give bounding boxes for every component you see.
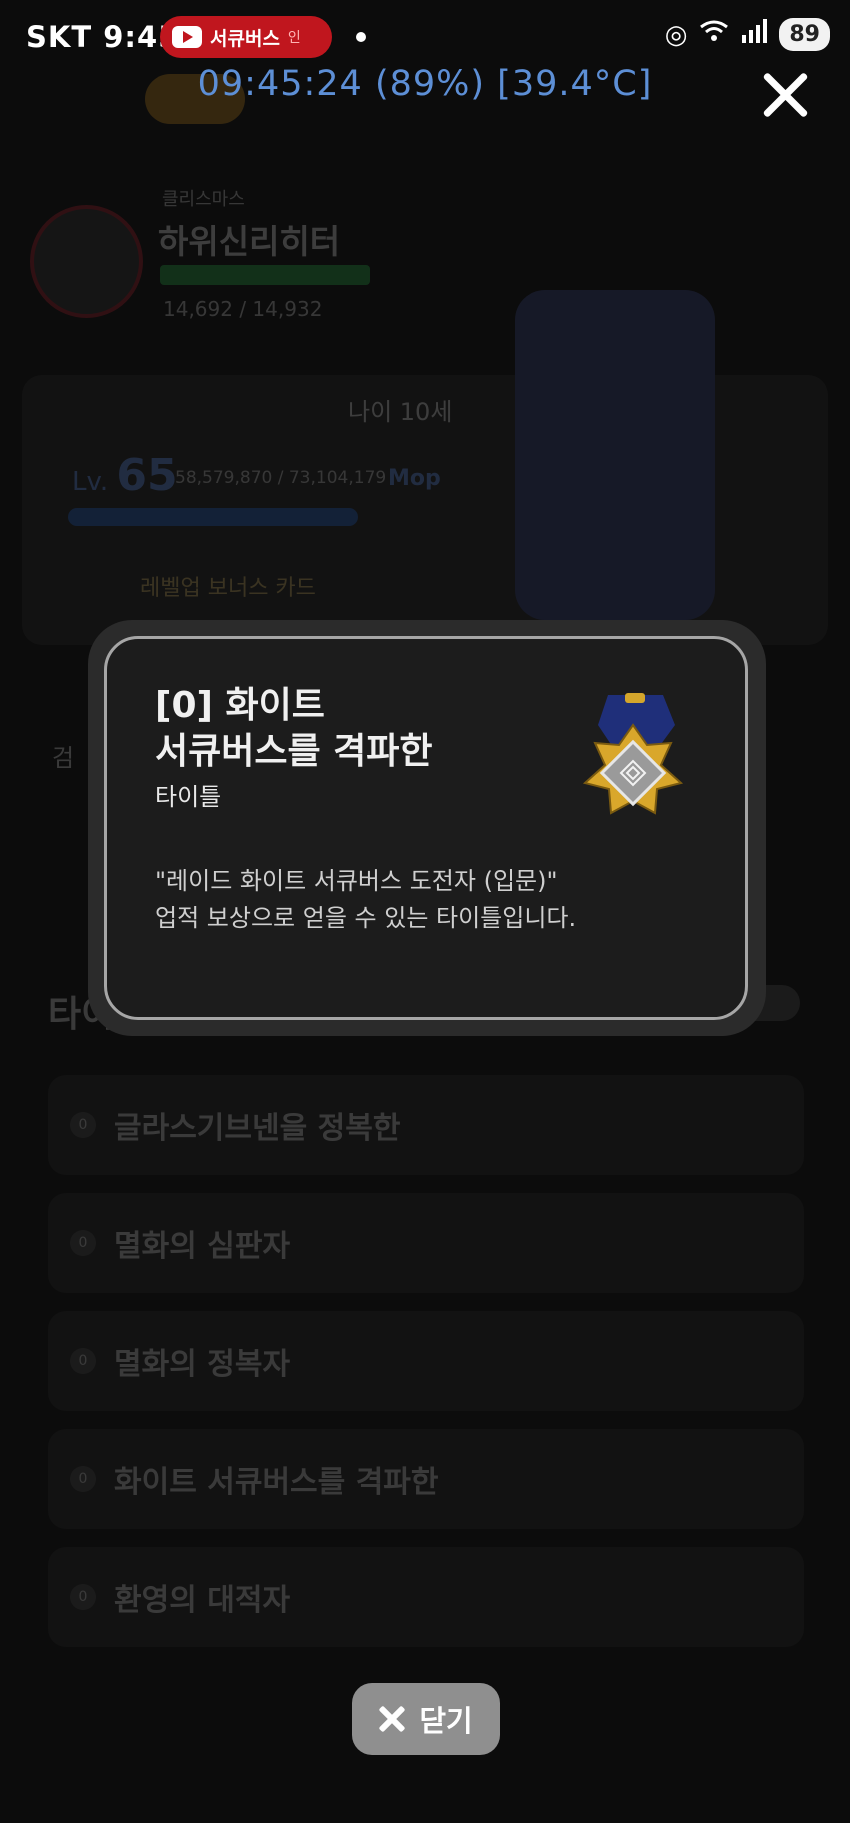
list-item-label: 글라스기브넨을 정복한 — [114, 1111, 401, 1146]
level-prefix: Lv. — [72, 467, 109, 497]
battery-indicator: 89 — [779, 18, 830, 51]
carrier-time: SKT 9:45 — [26, 20, 180, 54]
modal-title-line2: 서큐버스를 격파한 — [155, 731, 433, 772]
list-item-label: 환영의 대적자 — [114, 1583, 291, 1618]
count-badge: 0 — [70, 1230, 96, 1256]
modal-description: "레이드 화이트 서큐버스 도전자 (입문)" 업적 보상으로 얻을 수 있는 … — [155, 863, 675, 937]
count-badge: 0 — [70, 1584, 96, 1610]
profile-exp: 14,692 / 14,932 — [163, 297, 323, 321]
avatar — [30, 205, 143, 318]
youtube-label: 서큐버스 — [210, 27, 280, 50]
list-item: 0 환영의 대적자 — [48, 1547, 804, 1647]
modal-description-line2: 업적 보상으로 얻을 수 있는 타이틀입니다. — [155, 904, 577, 932]
youtube-icon — [172, 26, 202, 48]
modal-title-line1: [0] 화이트 — [155, 685, 325, 726]
title-list: 0 글라스기브넨을 정복한 0 멸화의 심판자 0 멸화의 정복자 0 화이트 … — [48, 1075, 804, 1665]
youtube-live: 인 — [287, 30, 301, 46]
count-badge: 0 — [70, 1466, 96, 1492]
profile-name: 하위신리히터 — [158, 222, 341, 261]
level-exp: 58,579,870 / 73,104,179 — [175, 468, 387, 488]
list-item: 0 멸화의 정복자 — [48, 1311, 804, 1411]
level-unit: Mop — [388, 466, 441, 491]
close-button-label: 닫기 — [419, 1704, 473, 1738]
level-progress-bar — [68, 508, 358, 526]
hotspot-icon: ◎ — [664, 19, 688, 50]
close-button[interactable]: 닫기 — [352, 1683, 500, 1755]
bonus-card-label: 레벨업 보너스 카드 — [140, 576, 316, 601]
modal-title: [0] 화이트 서큐버스를 격파한 — [155, 683, 433, 775]
youtube-notification-pill[interactable]: 서큐버스 인 — [160, 16, 332, 58]
level-value: 65 — [116, 450, 178, 501]
list-item-label: 멸화의 정복자 — [114, 1347, 291, 1382]
modal-type-label: 타이틀 — [155, 783, 222, 811]
title-detail-modal: [0] 화이트 서큐버스를 격파한 타이틀 "레이드 화이트 서큐버스 도전자 … — [104, 636, 748, 1020]
medal-icon — [563, 685, 703, 835]
list-item: 0 글라스기브넨을 정복한 — [48, 1075, 804, 1175]
close-icon — [379, 1706, 405, 1732]
side-label: 검 — [52, 744, 75, 772]
list-item: 0 화이트 서큐버스를 격파한 — [48, 1429, 804, 1529]
exp-bar — [160, 265, 370, 285]
level-label: Lv. 65 — [72, 450, 178, 501]
age-label: 나이 10세 — [348, 398, 453, 426]
profile-subtitle: 클리스마스 — [162, 189, 245, 210]
count-badge: 0 — [70, 1348, 96, 1374]
close-icon[interactable] — [760, 70, 810, 120]
list-item-label: 화이트 서큐버스를 격파한 — [114, 1465, 439, 1500]
count-badge: 0 — [70, 1112, 96, 1138]
overlay-clock: 09:45:24 (89%) [39.4°C] — [197, 64, 653, 104]
signal-icon — [741, 19, 768, 50]
list-item: 0 멸화의 심판자 — [48, 1193, 804, 1293]
character-image — [515, 290, 715, 620]
list-item-label: 멸화의 심판자 — [114, 1229, 291, 1264]
wifi-icon — [699, 19, 729, 50]
status-icons: ◎ 89 — [665, 18, 830, 51]
modal-description-line1: "레이드 화이트 서큐버스 도전자 (입문)" — [155, 867, 558, 895]
notification-dot — [356, 32, 366, 42]
